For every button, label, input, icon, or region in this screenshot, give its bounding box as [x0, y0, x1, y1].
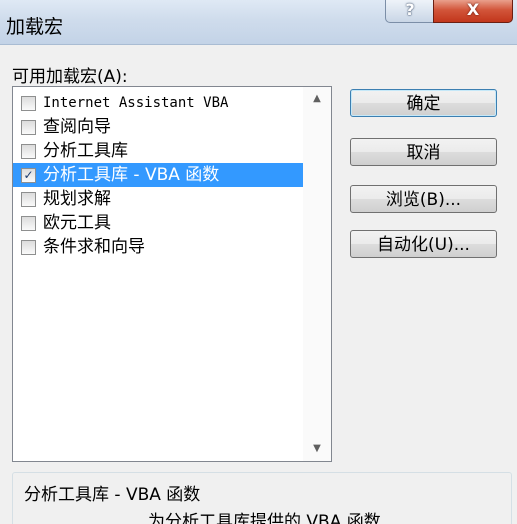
addin-checkbox[interactable]: [21, 144, 36, 159]
listbox-scrollbar[interactable]: ▲ ▼: [303, 87, 331, 461]
scroll-down-arrow-icon[interactable]: ▼: [303, 439, 331, 459]
addin-item-label: 欧元工具: [43, 213, 111, 233]
addin-item-euro-tools[interactable]: 欧元工具: [13, 211, 303, 235]
close-button[interactable]: X: [433, 0, 513, 23]
help-button[interactable]: ?: [385, 0, 435, 23]
ok-button[interactable]: 确定: [350, 89, 497, 117]
addin-item-analysis-toolpak-vba[interactable]: ✓ 分析工具库 - VBA 函数: [13, 163, 303, 187]
addin-checkbox[interactable]: [21, 240, 36, 255]
scroll-up-arrow-icon[interactable]: ▲: [303, 89, 331, 109]
addin-item-conditional-sum-wizard[interactable]: 条件求和向导: [13, 235, 303, 259]
available-addins-label: 可用加载宏(A):: [12, 67, 128, 87]
addin-checkbox[interactable]: [21, 120, 36, 135]
addin-item-label: 查阅向导: [43, 117, 111, 137]
window-title: 加载宏: [6, 16, 64, 38]
browse-button[interactable]: 浏览(B)...: [350, 185, 497, 213]
close-icon: X: [466, 0, 480, 19]
cancel-button[interactable]: 取消: [350, 138, 497, 166]
addin-item-label: 规划求解: [43, 189, 111, 209]
addin-item-analysis-toolpak[interactable]: 分析工具库: [13, 139, 303, 163]
addins-dialog: 加载宏 ? X 可用加载宏(A): Internet Assistant VBA…: [0, 0, 517, 524]
addin-item-solver[interactable]: 规划求解: [13, 187, 303, 211]
addin-item-label: 分析工具库 - VBA 函数: [43, 165, 220, 185]
addin-checkbox[interactable]: [21, 96, 36, 111]
addin-checkbox[interactable]: [21, 216, 36, 231]
addin-checkbox-checked[interactable]: ✓: [21, 168, 36, 183]
description-text: 为分析工具库提供的 VBA 函数: [148, 512, 381, 524]
help-icon: ?: [405, 0, 415, 19]
addin-checkbox[interactable]: [21, 192, 36, 207]
addin-item-label: 分析工具库: [43, 141, 128, 161]
addin-item-lookup-wizard[interactable]: 查阅向导: [13, 115, 303, 139]
description-title: 分析工具库 - VBA 函数: [22, 480, 203, 505]
automation-button[interactable]: 自动化(U)...: [350, 230, 497, 258]
title-bar[interactable]: 加载宏 ? X: [0, 0, 517, 45]
addin-item-label: 条件求和向导: [43, 237, 145, 257]
addin-item-label: Internet Assistant VBA: [43, 95, 229, 111]
addin-item-internet-assistant-vba[interactable]: Internet Assistant VBA: [13, 91, 303, 115]
addins-listbox[interactable]: Internet Assistant VBA 查阅向导 分析工具库 ✓ 分析工具…: [12, 86, 332, 462]
